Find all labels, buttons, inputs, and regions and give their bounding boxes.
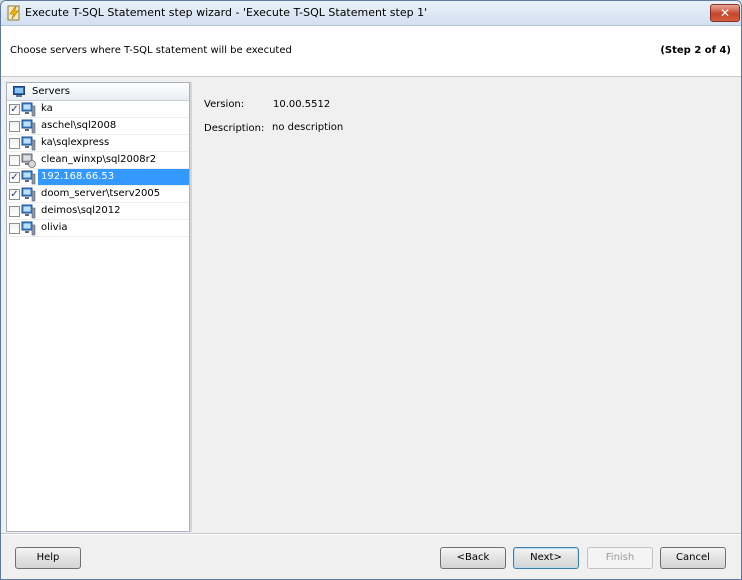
list-item[interactable]: aschel\sql2008	[7, 118, 189, 135]
server-name: ka\sqlexpress	[41, 137, 110, 148]
server-list: ✓ ka aschel\sql2008 ka\sqlexpress clean_winx…	[7, 101, 189, 237]
server-icon	[21, 102, 36, 117]
version-value: 10.00.5512	[273, 99, 331, 110]
servers-icon	[13, 86, 25, 97]
server-icon	[21, 119, 36, 134]
server-name: aschel\sql2008	[41, 120, 117, 131]
step-indicator: (Step 2 of 4)	[660, 45, 731, 56]
server-details: Version: 10.00.5512 Description: no desc…	[192, 82, 741, 532]
server-name: ka	[41, 103, 53, 114]
server-name: clean_winxp\sql2008r2	[41, 154, 157, 165]
finish-button[interactable]: Finish	[587, 547, 653, 569]
wizard-header: Choose servers where T-SQL statement wil…	[1, 26, 741, 77]
list-item[interactable]: clean_winxp\sql2008r2	[7, 152, 189, 169]
description-value: no description	[272, 122, 344, 133]
server-checkbox[interactable]: ✓	[9, 172, 20, 183]
cancel-button[interactable]: Cancel	[660, 547, 726, 569]
server-checkbox[interactable]	[9, 155, 20, 166]
server-checkbox[interactable]: ✓	[9, 189, 20, 200]
server-icon	[21, 221, 36, 236]
server-offline-icon	[21, 153, 36, 168]
list-item[interactable]: ✓ 192.168.66.53	[7, 169, 189, 186]
footer-divider	[1, 533, 741, 535]
close-button[interactable]: ✕	[710, 4, 740, 22]
servers-tree[interactable]: Servers ✓ ka aschel\sql2008 ka\sqlexpress cl…	[6, 82, 190, 532]
version-label: Version:	[204, 99, 245, 110]
server-icon	[21, 136, 36, 151]
server-checkbox[interactable]	[9, 206, 20, 217]
description-label: Description:	[204, 123, 265, 134]
tree-header[interactable]: Servers	[7, 83, 189, 101]
lightning-icon	[7, 5, 20, 21]
list-item[interactable]: deimos\sql2012	[7, 203, 189, 220]
server-name: deimos\sql2012	[41, 205, 121, 216]
server-name: doom_server\tserv2005	[41, 188, 161, 199]
server-name: 192.168.66.53	[38, 169, 189, 185]
instruction-text: Choose servers where T-SQL statement wil…	[10, 45, 292, 56]
server-checkbox[interactable]	[9, 138, 20, 149]
server-icon	[21, 204, 36, 219]
help-button[interactable]: Help	[15, 547, 81, 569]
server-icon	[21, 187, 36, 202]
server-checkbox[interactable]	[9, 223, 20, 234]
title-bar[interactable]: Execute T-SQL Statement step wizard - 'E…	[1, 1, 741, 26]
list-item[interactable]: ✓ ka	[7, 101, 189, 118]
list-item[interactable]: ka\sqlexpress	[7, 135, 189, 152]
server-icon	[21, 170, 36, 185]
back-button[interactable]: <Back	[440, 547, 506, 569]
server-checkbox[interactable]	[9, 121, 20, 132]
tree-header-label: Servers	[32, 86, 71, 97]
window-title: Execute T-SQL Statement step wizard - 'E…	[25, 6, 428, 19]
server-checkbox[interactable]: ✓	[9, 104, 20, 115]
wizard-window: Execute T-SQL Statement step wizard - 'E…	[0, 0, 742, 580]
list-item[interactable]: ✓ doom_server\tserv2005	[7, 186, 189, 203]
server-name: olivia	[41, 222, 68, 233]
close-icon: ✕	[719, 6, 731, 20]
next-button[interactable]: Next>	[513, 547, 579, 569]
list-item[interactable]: olivia	[7, 220, 189, 237]
